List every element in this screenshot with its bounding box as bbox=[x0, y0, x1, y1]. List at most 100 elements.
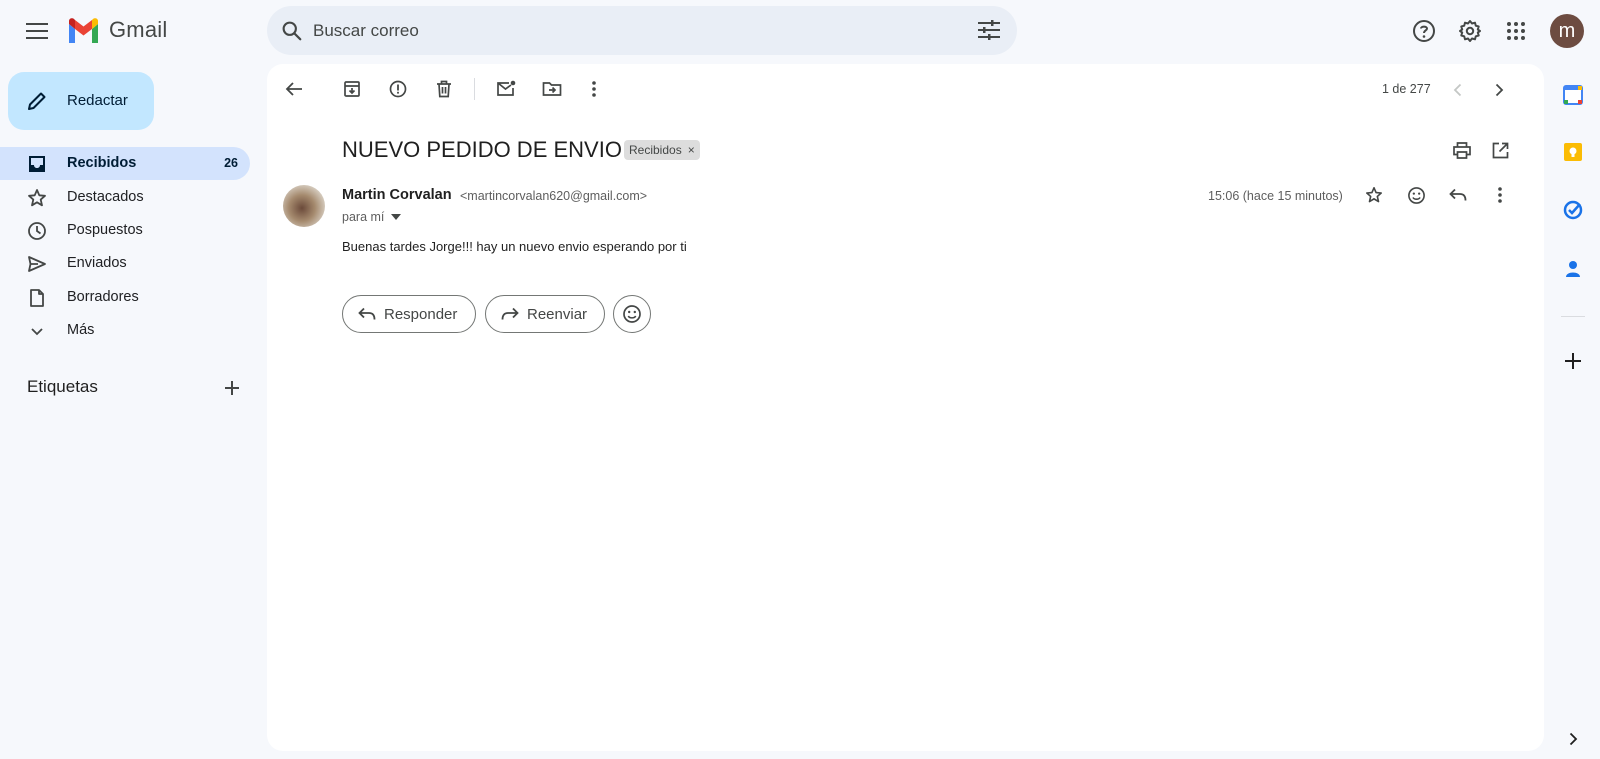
more-vertical-icon bbox=[592, 81, 596, 97]
tasks-icon bbox=[1563, 200, 1583, 220]
apps-button[interactable] bbox=[1501, 16, 1531, 46]
gear-icon bbox=[1459, 20, 1481, 42]
tasks-app-button[interactable] bbox=[1560, 197, 1586, 223]
add-reaction-button[interactable] bbox=[1404, 183, 1428, 207]
label-chip[interactable]: Recibidos × bbox=[624, 140, 700, 160]
sidebar-item-sent[interactable]: Enviados bbox=[0, 247, 250, 280]
chevron-down-icon bbox=[31, 328, 43, 336]
sidebar-item-label: Destacados bbox=[67, 189, 144, 205]
open-in-new-icon bbox=[1492, 142, 1508, 158]
trash-icon bbox=[437, 80, 451, 98]
print-icon bbox=[1453, 141, 1471, 159]
gmail-logo[interactable]: Gmail bbox=[67, 17, 167, 43]
help-icon bbox=[1413, 20, 1435, 42]
show-details-button[interactable] bbox=[389, 211, 403, 223]
forward-label: Reenviar bbox=[527, 305, 588, 323]
star-button[interactable] bbox=[1362, 183, 1386, 207]
print-button[interactable] bbox=[1450, 138, 1474, 162]
sidebar-item-more[interactable]: Más bbox=[0, 314, 250, 347]
clock-icon bbox=[28, 222, 46, 240]
back-button[interactable] bbox=[282, 77, 306, 101]
main-menu-button[interactable] bbox=[20, 14, 54, 48]
sidebar-item-label: Pospuestos bbox=[67, 222, 143, 238]
labels-heading: Etiquetas bbox=[27, 377, 98, 396]
plus-icon bbox=[1565, 353, 1581, 369]
folder-move-icon bbox=[542, 82, 562, 96]
archive-button[interactable] bbox=[340, 77, 364, 101]
reply-icon bbox=[358, 307, 376, 320]
compose-button[interactable]: Redactar bbox=[8, 72, 154, 130]
message-more-button[interactable] bbox=[1488, 183, 1512, 207]
sidebar-item-snoozed[interactable]: Pospuestos bbox=[0, 214, 250, 247]
send-icon bbox=[28, 256, 46, 272]
search-options-icon[interactable] bbox=[978, 20, 1000, 40]
open-new-window-button[interactable] bbox=[1488, 138, 1512, 162]
account-avatar[interactable]: m bbox=[1550, 14, 1584, 48]
mark-unread-button[interactable] bbox=[494, 77, 518, 101]
chevron-right-icon bbox=[1495, 83, 1503, 97]
caret-down-icon bbox=[391, 214, 401, 220]
sidebar-item-label: Recibidos bbox=[67, 155, 137, 171]
sender-name[interactable]: Martin Corvalan bbox=[342, 187, 452, 203]
chevron-right-icon bbox=[1569, 732, 1577, 746]
pagination-label: 1 de 277 bbox=[1382, 82, 1431, 96]
reply-label: Responder bbox=[384, 305, 458, 323]
newer-button[interactable] bbox=[1446, 79, 1468, 101]
more-actions-button[interactable] bbox=[582, 77, 606, 101]
unread-count: 26 bbox=[224, 156, 238, 170]
mark-unread-icon bbox=[497, 80, 516, 96]
sender-avatar[interactable] bbox=[283, 185, 325, 227]
sidebar-item-inbox[interactable]: Recibidos 26 bbox=[0, 147, 250, 180]
search-icon[interactable] bbox=[281, 20, 302, 41]
pencil-icon bbox=[28, 92, 46, 110]
hamburger-menu-icon bbox=[26, 23, 48, 39]
inbox-icon bbox=[29, 156, 45, 172]
remove-label-button[interactable]: × bbox=[688, 143, 695, 160]
delete-button[interactable] bbox=[432, 77, 456, 101]
calendar-app-button[interactable] bbox=[1560, 82, 1586, 108]
emoji-reaction-button[interactable] bbox=[613, 295, 651, 333]
sender-email: <martincorvalan620@gmail.com> bbox=[460, 189, 648, 203]
reply-icon bbox=[1449, 188, 1467, 201]
keep-app-button[interactable] bbox=[1560, 139, 1586, 165]
contacts-app-button[interactable] bbox=[1560, 256, 1586, 282]
sidebar-item-label: Más bbox=[67, 322, 95, 338]
report-spam-button[interactable] bbox=[386, 77, 410, 101]
sidebar-item-label: Enviados bbox=[67, 255, 127, 271]
arrow-left-icon bbox=[285, 82, 302, 96]
reply-button[interactable] bbox=[1446, 183, 1470, 207]
forward-pill-button[interactable]: Reenviar bbox=[485, 295, 605, 333]
gmail-wordmark: Gmail bbox=[109, 17, 168, 42]
sidebar-item-label: Borradores bbox=[67, 289, 139, 305]
message-panel bbox=[267, 64, 1544, 751]
recipient-summary: para mí bbox=[342, 210, 385, 224]
forward-icon bbox=[501, 307, 519, 320]
reply-pill-button[interactable]: Responder bbox=[342, 295, 476, 333]
search-bar[interactable]: Buscar correo bbox=[267, 6, 1017, 55]
sidebar-item-drafts[interactable]: Borradores bbox=[0, 281, 250, 314]
sidebar-item-starred[interactable]: Destacados bbox=[0, 181, 250, 214]
star-outline-icon bbox=[1365, 186, 1383, 203]
rail-divider bbox=[1561, 316, 1585, 317]
apps-grid-icon bbox=[1507, 22, 1525, 40]
message-body: Buenas tardes Jorge!!! hay un nuevo envi… bbox=[342, 239, 687, 254]
search-input[interactable]: Buscar correo bbox=[313, 21, 419, 41]
plus-icon bbox=[225, 381, 239, 395]
draft-icon bbox=[30, 289, 44, 307]
contacts-icon bbox=[1566, 261, 1580, 277]
help-button[interactable] bbox=[1409, 16, 1439, 46]
chevron-left-icon bbox=[1453, 83, 1461, 97]
report-spam-icon bbox=[389, 80, 407, 98]
gmail-m-icon bbox=[69, 17, 98, 43]
older-button[interactable] bbox=[1488, 79, 1510, 101]
get-addons-button[interactable] bbox=[1560, 348, 1586, 374]
show-side-panel-button[interactable] bbox=[1562, 728, 1584, 750]
emoji-icon bbox=[623, 305, 641, 323]
settings-button[interactable] bbox=[1455, 16, 1485, 46]
message-subject: NUEVO PEDIDO DE ENVIO bbox=[342, 137, 622, 162]
more-vertical-icon bbox=[1498, 187, 1502, 203]
move-to-button[interactable] bbox=[540, 77, 564, 101]
label-chip-text: Recibidos bbox=[629, 143, 682, 157]
calendar-icon bbox=[1563, 85, 1583, 105]
create-label-button[interactable] bbox=[221, 377, 243, 399]
